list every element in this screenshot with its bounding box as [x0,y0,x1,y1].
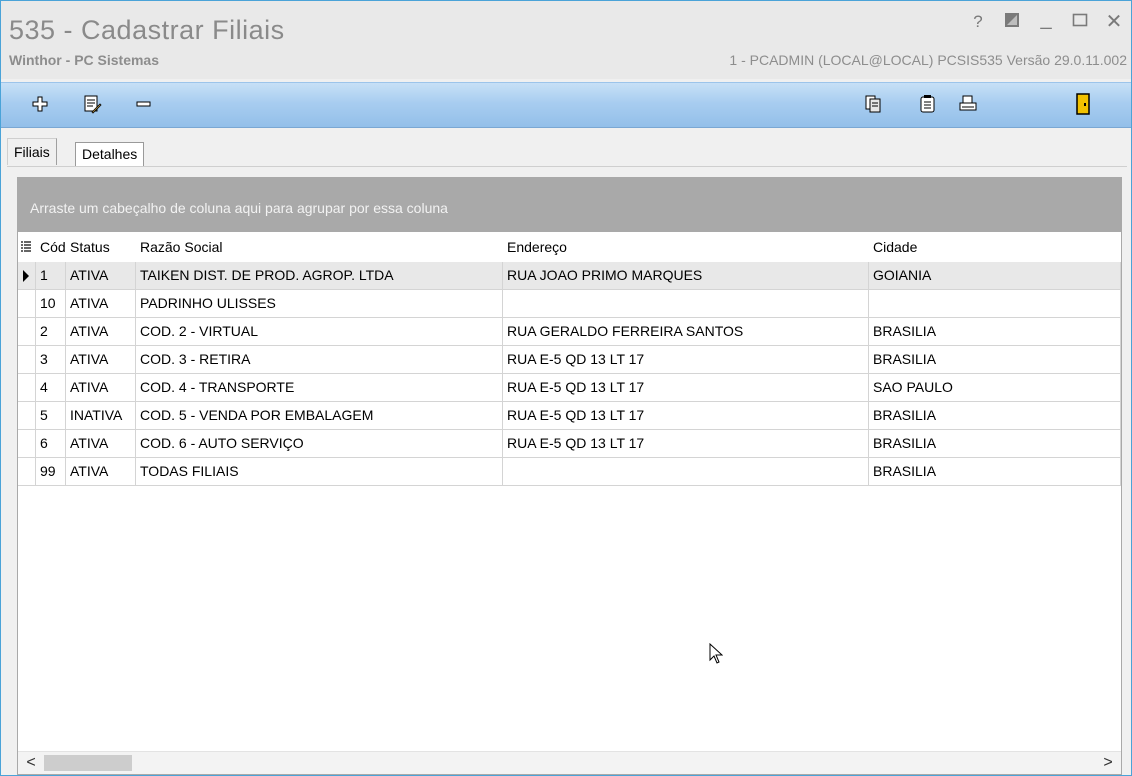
print-icon[interactable] [956,92,980,116]
table-row[interactable]: 1 ATIVA TAIKEN DIST. DE PROD. AGROP. LTDA R… [18,262,1121,290]
row-indicator[interactable] [18,374,36,402]
horizontal-scrollbar[interactable]: < > [18,751,1121,774]
window-subtitle: Winthor - PC Sistemas [9,52,160,68]
group-by-panel[interactable]: Arraste um cabeçalho de coluna aqui para… [18,178,1121,232]
exit-door-icon[interactable] [1071,92,1095,116]
edit-document-icon[interactable] [80,92,104,116]
column-chooser-icon[interactable] [18,233,36,261]
window-controls: ? _ ✕ [969,9,1123,33]
column-header-cidade[interactable]: Cidade [869,233,1121,261]
cell-endereco[interactable]: RUA E-5 QD 13 LT 17 [503,374,869,402]
cell-endereco[interactable] [503,458,869,486]
cell-status[interactable]: ATIVA [66,374,136,402]
table-row[interactable]: 6 ATIVA COD. 6 - AUTO SERVIÇO RUA E-5 QD 13… [18,430,1121,458]
cell-razao-social[interactable]: COD. 5 - VENDA POR EMBALAGEM [136,402,503,430]
cell-cidade[interactable]: BRASILIA [869,318,1121,346]
title-bar: 535 - Cadastrar Filiais Winthor - PC Sis… [1,1,1131,79]
column-header-status[interactable]: Status [66,233,136,261]
row-indicator[interactable] [18,318,36,346]
help-button[interactable]: ? [969,11,987,33]
cell-status[interactable]: ATIVA [66,290,136,318]
restore-icon[interactable] [1003,11,1021,33]
toolbar [1,82,1131,128]
cell-cidade[interactable]: GOIANIA [869,262,1121,290]
cell-codigo[interactable]: 2 [36,318,66,346]
cell-endereco[interactable]: RUA E-5 QD 13 LT 17 [503,402,869,430]
tab-detalhes[interactable]: Detalhes [75,142,145,166]
maximize-icon[interactable] [1071,11,1089,33]
cell-razao-social[interactable]: PADRINHO ULISSES [136,290,503,318]
table-row[interactable]: 3 ATIVA COD. 3 - RETIRA RUA E-5 QD 13 LT 17… [18,346,1121,374]
cell-cidade[interactable] [869,290,1121,318]
cell-codigo[interactable]: 6 [36,430,66,458]
cell-razao-social[interactable]: TAIKEN DIST. DE PROD. AGROP. LTDA [136,262,503,290]
cell-razao-social[interactable]: TODAS FILIAIS [136,458,503,486]
cell-codigo[interactable]: 5 [36,402,66,430]
copy-icon[interactable] [862,92,886,116]
row-indicator[interactable] [18,430,36,458]
cell-status[interactable]: ATIVA [66,318,136,346]
cell-razao-social[interactable]: COD. 4 - TRANSPORTE [136,374,503,402]
cell-status[interactable]: INATIVA [66,402,136,430]
cell-razao-social[interactable]: COD. 2 - VIRTUAL [136,318,503,346]
row-indicator[interactable] [18,262,36,290]
current-row-arrow-icon [23,270,29,282]
row-indicator[interactable] [18,402,36,430]
cell-codigo[interactable]: 99 [36,458,66,486]
table-row[interactable]: 2 ATIVA COD. 2 - VIRTUAL RUA GERALDO FERREI… [18,318,1121,346]
app-window: 535 - Cadastrar Filiais Winthor - PC Sis… [0,0,1132,776]
column-header-razao-social[interactable]: Razão Social [136,233,503,261]
cell-endereco[interactable]: RUA E-5 QD 13 LT 17 [503,430,869,458]
table-row[interactable]: 99 ATIVA TODAS FILIAIS BRASILIA [18,458,1121,486]
cell-codigo[interactable]: 1 [36,262,66,290]
cell-codigo[interactable]: 4 [36,374,66,402]
cell-endereco[interactable]: RUA GERALDO FERREIRA SANTOS [503,318,869,346]
close-button[interactable]: ✕ [1105,11,1123,33]
cell-razao-social[interactable]: COD. 3 - RETIRA [136,346,503,374]
window-title: 535 - Cadastrar Filiais [9,15,285,45]
row-indicator[interactable] [18,346,36,374]
cell-endereco[interactable]: RUA JOAO PRIMO MARQUES [503,262,869,290]
tab-filiais[interactable]: Filiais [7,138,57,165]
column-header-endereco[interactable]: Endereço [503,233,869,261]
grid-header: Código Status Razão Social Endereço Cida… [18,233,1121,261]
data-grid: Arraste um cabeçalho de coluna aqui para… [17,177,1122,775]
cell-status[interactable]: ATIVA [66,262,136,290]
row-indicator[interactable] [18,290,36,318]
minimize-button[interactable]: _ [1037,9,1055,33]
column-header-codigo[interactable]: Código [36,233,66,261]
table-row[interactable]: 4 ATIVA COD. 4 - TRANSPORTE RUA E-5 QD 13 L… [18,374,1121,402]
cell-razao-social[interactable]: COD. 6 - AUTO SERVIÇO [136,430,503,458]
table-row[interactable]: 10 ATIVA PADRINHO ULISSES [18,290,1121,318]
add-icon[interactable] [28,92,52,116]
scroll-left-button[interactable]: < [20,752,42,774]
cell-status[interactable]: ATIVA [66,430,136,458]
scroll-right-button[interactable]: > [1097,752,1119,774]
cell-cidade[interactable]: BRASILIA [869,430,1121,458]
cell-status[interactable]: ATIVA [66,458,136,486]
notes-icon[interactable] [916,92,940,116]
row-indicator[interactable] [18,458,36,486]
cell-endereco[interactable] [503,290,869,318]
scroll-thumb[interactable] [44,755,132,771]
cell-endereco[interactable]: RUA E-5 QD 13 LT 17 [503,346,869,374]
cell-status[interactable]: ATIVA [66,346,136,374]
cell-codigo[interactable]: 3 [36,346,66,374]
remove-icon[interactable] [132,92,156,116]
cell-cidade[interactable]: BRASILIA [869,346,1121,374]
cell-codigo[interactable]: 10 [36,290,66,318]
cell-cidade[interactable]: BRASILIA [869,458,1121,486]
mouse-cursor-icon [709,642,724,670]
group-by-hint: Arraste um cabeçalho de coluna aqui para… [30,200,448,216]
cell-cidade[interactable]: SAO PAULO [869,374,1121,402]
table-row[interactable]: 5 INATIVA COD. 5 - VENDA POR EMBALAGEM RUA … [18,402,1121,430]
session-info: 1 - PCADMIN (LOCAL@LOCAL) PCSIS535 Versã… [729,52,1127,68]
cell-cidade[interactable]: BRASILIA [869,402,1121,430]
